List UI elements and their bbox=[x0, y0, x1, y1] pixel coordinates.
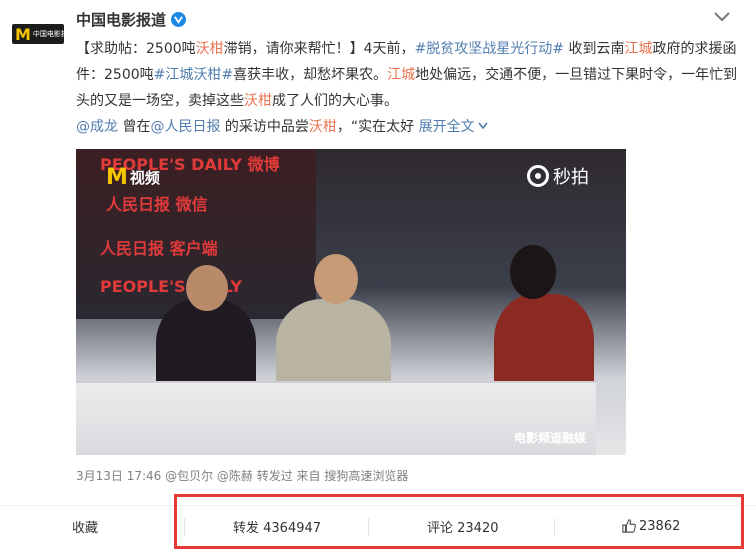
video-player[interactable]: PEOPLE'S DAILY 微博 人民日报 微信 人民日报 客户端 PEOPL… bbox=[76, 149, 626, 455]
person-center-head bbox=[314, 254, 358, 304]
favorite-button[interactable]: 收藏 bbox=[72, 506, 98, 546]
hashtag-link[interactable]: #脱贫攻坚战星光行动# bbox=[415, 41, 564, 57]
mention-peoples-daily[interactable]: @人民日报 bbox=[150, 119, 220, 135]
post-text-segment: 滞销，请你来帮忙！】4天前， bbox=[223, 41, 415, 57]
post-text-segment: 【求助帖：2500吨 bbox=[76, 41, 196, 57]
person-left-head bbox=[186, 265, 228, 311]
video-logo: M 视频 bbox=[106, 165, 160, 190]
keyword-link[interactable]: 江城 bbox=[624, 41, 652, 57]
avatar-text: 中国电影报道 bbox=[32, 30, 64, 38]
person-right-head bbox=[510, 245, 556, 299]
avatar-logo-m: M bbox=[15, 24, 31, 44]
post-text-segment: 成了人们的大心事。 bbox=[272, 93, 398, 109]
video-logo-text: 视频 bbox=[129, 169, 160, 187]
keyword-link[interactable]: 江城 bbox=[387, 67, 415, 83]
brand-client: 人民日报 客户端 bbox=[100, 239, 218, 258]
mention-jackie[interactable]: @成龙 bbox=[76, 119, 118, 135]
post-meta: 3月13日 17:46 @包贝尔 @陈赫 转发过 来自 搜狗高速浏览器 bbox=[76, 469, 409, 483]
chevron-down-icon[interactable] bbox=[713, 10, 731, 24]
highlight-box bbox=[174, 494, 744, 549]
miaopai-icon bbox=[527, 165, 549, 187]
post-text-segment: 的采访中品尝 bbox=[220, 119, 309, 135]
video-caption: 电影频道融媒 bbox=[514, 431, 587, 445]
m-logo-icon: M bbox=[106, 165, 128, 190]
post-text-segment: ，“实在太好 bbox=[336, 119, 419, 135]
keyword-link[interactable]: 沃柑 bbox=[309, 119, 337, 135]
brand-weixin: 人民日报 微信 bbox=[106, 195, 208, 214]
avatar[interactable]: M 中国电影报道 bbox=[12, 24, 64, 44]
post-text-segment: 收到云南 bbox=[564, 41, 625, 57]
post-text-segment: 喜获丰收，却愁坏果农。 bbox=[233, 67, 388, 83]
keyword-link[interactable]: 沃柑 bbox=[196, 41, 224, 57]
hashtag-link[interactable]: #江城沃柑# bbox=[154, 67, 233, 83]
favorite-label: 收藏 bbox=[72, 520, 99, 536]
chevron-down-icon[interactable] bbox=[477, 121, 489, 131]
miaopai-watermark: 秒拍 bbox=[527, 163, 589, 189]
verified-v-icon bbox=[171, 12, 187, 27]
post-text-segment: 曾在 bbox=[118, 119, 151, 135]
keyword-link[interactable]: 沃柑 bbox=[244, 93, 272, 109]
account-name[interactable]: 中国电影报道 bbox=[76, 9, 166, 30]
post-text: 【求助帖：2500吨沃柑滞销，请你来帮忙！】4天前，#脱贫攻坚战星光行动# 收到… bbox=[76, 36, 746, 140]
account-name-row: 中国电影报道 bbox=[76, 9, 187, 30]
expand-link[interactable]: 展开全文 bbox=[419, 119, 475, 135]
watermark-text: 秒拍 bbox=[553, 167, 589, 188]
